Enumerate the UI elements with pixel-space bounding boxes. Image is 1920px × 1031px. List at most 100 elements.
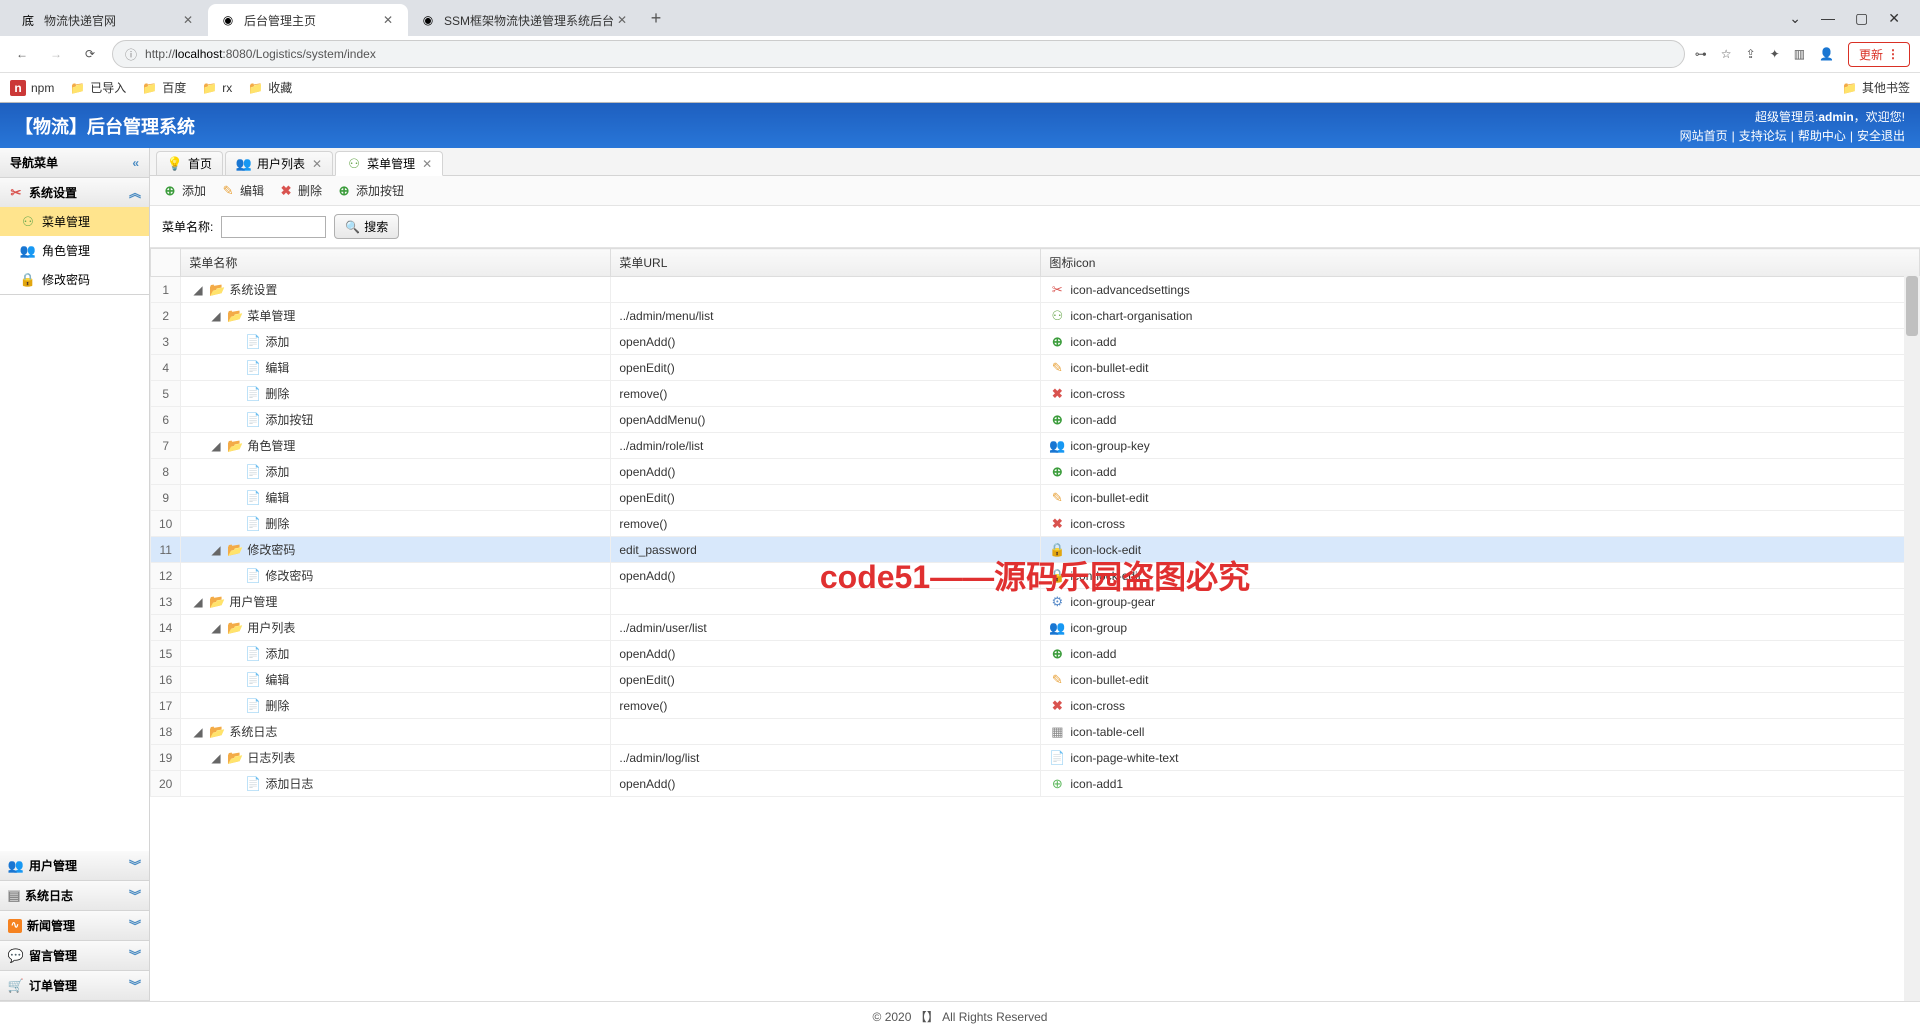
table-row[interactable]: 18 ◢📂系统日志 ▦icon-table-cell [151,719,1920,745]
bookmark-item[interactable]: 📁已导入 [70,79,126,96]
table-row[interactable]: 4 📄编辑 openEdit() ✎icon-bullet-edit [151,355,1920,381]
table-row[interactable]: 17 📄删除 remove() ✖icon-cross [151,693,1920,719]
group-icon: 👥 [8,858,24,874]
table-row[interactable]: 11 ◢📂修改密码 edit_password 🔒icon-lock-edit [151,537,1920,563]
forward-button[interactable]: → [44,42,68,66]
table-row[interactable]: 20 📄添加日志 openAdd() ⊕icon-add1 [151,771,1920,797]
accordion-label: 系统设置 [29,184,77,201]
table-row[interactable]: 10 📄删除 remove() ✖icon-cross [151,511,1920,537]
header-link[interactable]: 网站首页 [1680,129,1728,143]
icon-name: icon-lock-edit [1070,569,1141,583]
table-row[interactable]: 7 ◢📂角色管理 ../admin/role/list 👥icon-group-… [151,433,1920,459]
table-row[interactable]: 8 📄添加 openAdd() ⊕icon-add [151,459,1920,485]
bookmark-item[interactable]: 📁rx [202,79,232,96]
edit-button[interactable]: ✎编辑 [220,182,264,199]
close-tab-icon[interactable]: ✕ [422,157,432,171]
content-tab[interactable]: ⚇菜单管理✕ [335,151,443,176]
add-icon: ⊕ [162,183,178,199]
tree-toggle-icon[interactable]: ◢ [211,309,223,323]
table-row[interactable]: 12 📄修改密码 openAdd() 🔒icon-lock-edit [151,563,1920,589]
table-row[interactable]: 19 ◢📂日志列表 ../admin/log/list 📄icon-page-w… [151,745,1920,771]
data-grid[interactable]: 菜单名称 菜单URL 图标icon 1 ◢📂系统设置 ✂icon-advance… [150,248,1920,1001]
reload-button[interactable]: ⟳ [78,42,102,66]
bookmark-item[interactable]: nnpm [10,79,54,96]
browser-tab[interactable]: ◉后台管理主页✕ [208,4,408,36]
sidebar-item[interactable]: ⚇菜单管理 [0,207,149,236]
accordion-header[interactable]: ✂系统设置︽ [0,178,149,207]
table-row[interactable]: 9 📄编辑 openEdit() ✎icon-bullet-edit [151,485,1920,511]
sidebar-item[interactable]: 👥角色管理 [0,236,149,265]
add-icon: ⊕ [1049,334,1065,350]
close-tab-icon[interactable]: ✕ [312,157,322,171]
tree-toggle-icon[interactable]: ◢ [211,543,223,557]
add-button[interactable]: ⊕添加 [162,182,206,199]
accordion-header[interactable]: ∿新闻管理︾ [0,911,149,940]
scrollbar-thumb[interactable] [1906,276,1918,336]
col-name[interactable]: 菜单名称 [181,249,611,277]
profile-icon[interactable]: 👤 [1819,47,1834,61]
tree-toggle-icon[interactable]: ◢ [193,725,205,739]
browser-tab[interactable]: 底物流快递官网✕ [8,4,208,36]
url-input[interactable]: ⓘ http://localhost:8080/Logistics/system… [112,40,1685,68]
header-link[interactable]: 支持论坛 [1739,129,1787,143]
search-button[interactable]: 🔍搜索 [334,214,399,239]
header-link[interactable]: 帮助中心 [1798,129,1846,143]
accordion-header[interactable]: 🛒订单管理︾ [0,971,149,1000]
tree-toggle-icon[interactable]: ◢ [193,283,205,297]
bookmark-item[interactable]: 📁收藏 [248,79,292,96]
row-number: 17 [151,693,181,719]
close-window-button[interactable]: ✕ [1888,10,1900,27]
tree-toggle-icon[interactable]: ◢ [211,439,223,453]
table-row[interactable]: 3 📄添加 openAdd() ⊕icon-add [151,329,1920,355]
bookmark-item[interactable]: 📁百度 [142,79,186,96]
table-row[interactable]: 5 📄删除 remove() ✖icon-cross [151,381,1920,407]
maximize-button[interactable]: ▢ [1855,10,1868,27]
col-icon[interactable]: 图标icon [1041,249,1920,277]
delete-button[interactable]: ✖删除 [278,182,322,199]
other-bookmarks[interactable]: 📁 其他书签 [1842,79,1910,96]
tree-toggle-icon[interactable]: ◢ [211,621,223,635]
header-link[interactable]: 安全退出 [1857,129,1905,143]
table-row[interactable]: 15 📄添加 openAdd() ⊕icon-add [151,641,1920,667]
update-button[interactable]: 更新 ⋮ [1848,42,1910,67]
sidebar-item[interactable]: 🔒修改密码 [0,265,149,294]
table-row[interactable]: 13 ◢📂用户管理 ⚙icon-group-gear [151,589,1920,615]
table-row[interactable]: 6 📄添加按钮 openAddMenu() ⊕icon-add [151,407,1920,433]
new-tab-button[interactable]: + [642,4,670,32]
minimize-button[interactable]: — [1821,10,1835,27]
scrollbar[interactable] [1904,276,1920,1001]
tree-toggle-icon[interactable]: ◢ [193,595,205,609]
table-row[interactable]: 2 ◢📂菜单管理 ../admin/menu/list ⚇icon-chart-… [151,303,1920,329]
share-icon[interactable]: ⇪ [1746,47,1756,61]
file-icon: 📄 [245,516,261,532]
tree-toggle-icon[interactable]: ◢ [211,751,223,765]
menu-name: 添加 [265,463,289,480]
star-icon[interactable]: ☆ [1721,47,1732,61]
table-row[interactable]: 1 ◢📂系统设置 ✂icon-advancedsettings [151,277,1920,303]
search-input[interactable] [221,216,326,238]
table-row[interactable]: 14 ◢📂用户列表 ../admin/user/list 👥icon-group [151,615,1920,641]
accordion-header[interactable]: ▤系统日志︾ [0,881,149,910]
icon-name: icon-cross [1070,517,1125,531]
panel-icon[interactable]: ▥ [1794,47,1805,61]
add-action-button[interactable]: ⊕添加按钮 [336,182,404,199]
tab-close-icon[interactable]: ✕ [180,12,196,28]
table-row[interactable]: 16 📄编辑 openEdit() ✎icon-bullet-edit [151,667,1920,693]
collapse-sidebar-icon[interactable]: « [132,156,139,170]
content-tab[interactable]: 👥用户列表✕ [225,151,333,175]
menu-name: 删除 [265,385,289,402]
extensions-icon[interactable]: ✦ [1770,47,1780,61]
folder-icon: 📁 [248,81,263,95]
browser-tab[interactable]: ◉SSM框架物流快递管理系统后台✕ [408,4,642,36]
tab-close-icon[interactable]: ✕ [614,12,630,28]
icon-name: icon-group [1070,621,1127,635]
window-dropdown-icon[interactable]: ⌄ [1789,10,1801,27]
col-url[interactable]: 菜单URL [611,249,1041,277]
menu-name: 删除 [265,697,289,714]
accordion-header[interactable]: 👥用户管理︾ [0,851,149,880]
content-tab[interactable]: 💡首页 [156,151,223,175]
back-button[interactable]: ← [10,42,34,66]
tab-close-icon[interactable]: ✕ [380,12,396,28]
password-icon[interactable]: ⊶ [1695,47,1707,61]
accordion-header[interactable]: 💬留言管理︾ [0,941,149,970]
